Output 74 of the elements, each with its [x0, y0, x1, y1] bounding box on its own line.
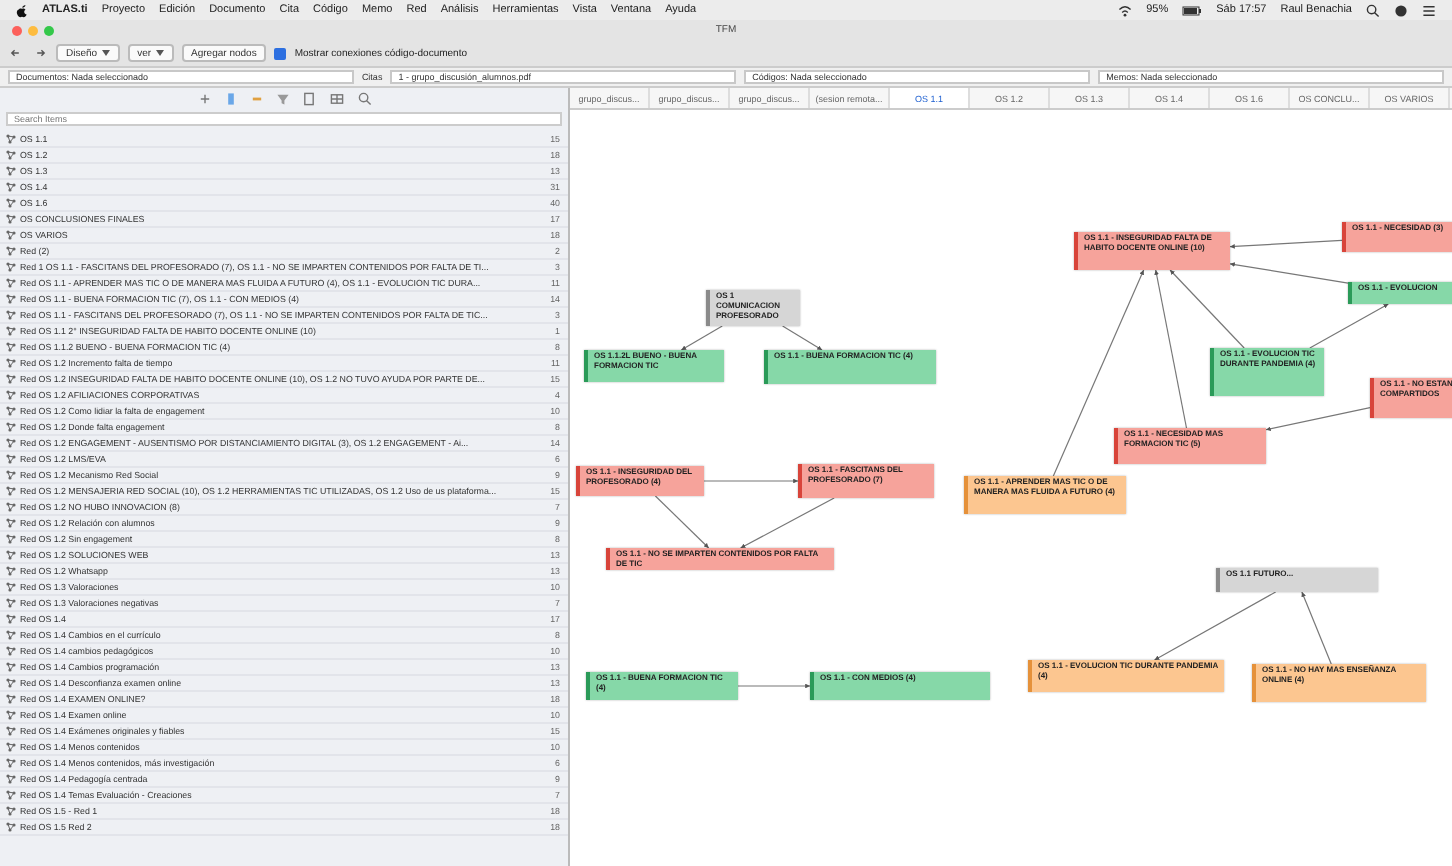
network-icon — [6, 534, 16, 544]
battery-icon[interactable] — [1182, 5, 1203, 15]
network-icon — [6, 646, 16, 656]
link-arrow[interactable] — [1153, 591, 1277, 661]
network-icon — [6, 166, 16, 176]
network-icon — [6, 582, 16, 592]
forward-icon[interactable] — [32, 46, 48, 60]
link-arrow[interactable] — [740, 497, 835, 549]
search-icon[interactable] — [1366, 3, 1380, 17]
close-button[interactable] — [12, 25, 22, 35]
network-icon — [6, 678, 16, 688]
network-icon — [6, 742, 16, 752]
network-icon — [6, 422, 16, 432]
expand-icon[interactable] — [197, 92, 211, 106]
link-arrow[interactable] — [654, 495, 710, 549]
network-icon — [6, 694, 16, 704]
network-icon — [6, 486, 16, 496]
network-icon — [6, 726, 16, 736]
link-arrow[interactable] — [1154, 269, 1188, 429]
network-icon — [6, 150, 16, 160]
network-icon — [6, 774, 16, 784]
link-arrow[interactable] — [1229, 262, 1349, 284]
network-icon — [6, 662, 16, 672]
network-icon — [6, 326, 16, 336]
network-icon — [6, 598, 16, 608]
network-icon — [6, 790, 16, 800]
network-icon — [6, 134, 16, 144]
network-icon — [6, 630, 16, 640]
minus-icon[interactable] — [249, 92, 263, 106]
network-icon — [6, 390, 16, 400]
document-icon[interactable] — [301, 92, 315, 106]
network-icon — [6, 198, 16, 208]
network-icon — [6, 182, 16, 192]
link-arrow[interactable] — [1309, 303, 1389, 349]
network-icon — [6, 230, 16, 240]
link-arrow[interactable] — [1301, 591, 1332, 665]
caret-icon — [155, 50, 164, 56]
link-arrow[interactable] — [1265, 407, 1371, 432]
filter-icon[interactable] — [275, 92, 289, 106]
menu-icon[interactable] — [1422, 3, 1436, 17]
network-icon — [6, 518, 16, 528]
link-arrow[interactable] — [737, 683, 811, 689]
link-arrow[interactable] — [703, 478, 799, 484]
network-icon — [6, 294, 16, 304]
network-icon — [6, 246, 16, 256]
network-icon — [6, 758, 16, 768]
network-icon — [6, 550, 16, 560]
network-icon — [6, 278, 16, 288]
network-icon — [6, 710, 16, 720]
network-icon — [6, 358, 16, 368]
network-icon — [6, 214, 16, 224]
link-arrow[interactable] — [680, 325, 723, 351]
network-icon — [6, 342, 16, 352]
wifi-icon[interactable] — [1118, 3, 1133, 17]
network-icon — [6, 262, 16, 272]
network-icon — [6, 310, 16, 320]
network-icon — [6, 454, 16, 464]
grid-icon[interactable] — [327, 92, 345, 106]
caret-icon — [101, 50, 110, 56]
link-arrow[interactable] — [1229, 239, 1343, 249]
network-icon — [6, 806, 16, 816]
back-icon[interactable] — [8, 46, 24, 60]
network-icon — [6, 566, 16, 576]
checkbox[interactable] — [274, 47, 287, 59]
network-icon — [6, 470, 16, 480]
network-icon — [6, 822, 16, 832]
network-icon — [6, 502, 16, 512]
network-icon — [6, 406, 16, 416]
link-arrow[interactable] — [1169, 269, 1245, 349]
network-icon — [6, 374, 16, 384]
network-icon — [6, 614, 16, 624]
link-arrow[interactable] — [782, 325, 823, 351]
apple-icon[interactable] — [16, 3, 28, 17]
network-icon — [6, 438, 16, 448]
